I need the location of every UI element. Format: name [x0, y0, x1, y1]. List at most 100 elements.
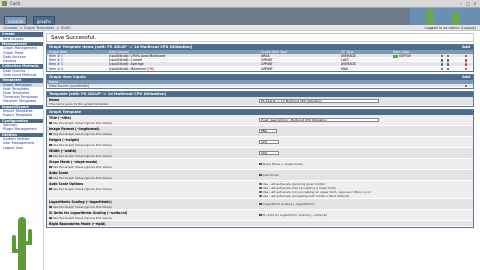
graph-field-row: Logarithmic Scaling (--logarithmic) Use P… [47, 198, 473, 210]
sidebar-item[interactable]: Plugin Management [0, 127, 43, 131]
move-up-icon[interactable] [447, 55, 450, 58]
app-icon [2, 1, 7, 6]
field-input[interactable]: 120 [259, 139, 279, 144]
autoscale-option[interactable]: Use --alt-autoscale (accepting both limi… [259, 194, 349, 198]
title-bar: Cacti – □ × [0, 0, 480, 8]
per-graph-label: Use Per-Graph Value (Ignore this Value) [52, 204, 112, 209]
field-checkbox-label: Slope Mode (--slope-mode) [262, 161, 304, 166]
sidebar-item[interactable]: Discover Templates [0, 99, 43, 103]
input-name-link[interactable]: Data Source [cpuUtilizat] [49, 84, 89, 88]
move-down-icon[interactable] [441, 67, 444, 70]
per-graph-checkbox[interactable] [49, 132, 52, 136]
top-banner: console graphs [0, 8, 480, 25]
delete-icon[interactable] [465, 59, 468, 62]
data-source-text: (cpuUtilizat): Maximum [109, 66, 147, 71]
template-name-input[interactable]: PS 4GLUP -> 1d Multirout CPU Utilization [259, 98, 379, 103]
field-checkbox-option[interactable]: Auto Scale [259, 173, 279, 177]
table-row[interactable]: Item # 4 (cpuUtilizat): Maximum [HR] GPRIN… [47, 66, 473, 71]
field-checkbox-label: SI Units for Logarithmic Scaling (--unit… [262, 212, 328, 217]
sidebar-item[interactable]: New Graphs [0, 37, 43, 41]
move-up-icon[interactable] [447, 59, 450, 62]
per-graph-option: Use Per-Graph Value (Ignore this Value) [49, 143, 112, 147]
per-graph-checkbox[interactable] [49, 143, 52, 147]
graph-field-row: Auto Scale Use Per-Graph Value (Ignore th… [47, 169, 473, 181]
field-label: SI Units for Logarithmic Scaling (--unit… [49, 210, 128, 215]
save-message: Save Successful. [46, 33, 474, 42]
move-down-icon[interactable] [441, 55, 444, 58]
per-graph-label: Use Per-Graph Value (Ignore this Value) [52, 142, 112, 147]
per-graph-label: Use Per-Graph Value (Ignore this Value) [52, 131, 112, 136]
field-description: The name given to this graph template. [49, 101, 109, 106]
field-checkbox-option[interactable]: Logarithmic Scaling (--logarithmic) [259, 202, 315, 206]
field-select[interactable]: PNG [259, 128, 277, 133]
per-graph-checkbox[interactable] [49, 187, 52, 191]
delete-icon[interactable] [465, 63, 468, 66]
move-up-icon[interactable] [447, 63, 450, 66]
graph-field-row: Rigid Boundaries Mode (--rigid) [47, 220, 473, 227]
radio-button[interactable] [259, 190, 262, 194]
tab-graphs[interactable]: graphs [33, 16, 55, 25]
radio-button[interactable] [259, 186, 262, 190]
sidebar-item[interactable]: Data Input Methods [0, 73, 43, 77]
per-graph-option: Use Per-Graph Value (Ignore this Value) [49, 216, 112, 220]
sidebar-item[interactable]: Logout User [0, 146, 43, 150]
per-graph-option: Use Per-Graph Value (Ignore this Value) [49, 187, 112, 191]
graph-field-row: Height (--height) Use Per-Graph Value (Ig… [47, 136, 473, 148]
per-graph-checkbox[interactable] [49, 176, 52, 180]
per-graph-checkbox[interactable] [49, 216, 52, 220]
field-input[interactable]: |host_description| - Multirout CPU Utili… [259, 117, 379, 122]
panel-title: Graph Item Inputs [49, 74, 86, 79]
sidebar-item[interactable]: Graph Management [0, 46, 43, 50]
sidebar-item[interactable]: Export Templates [0, 113, 43, 117]
per-graph-checkbox[interactable] [49, 165, 52, 169]
delete-icon[interactable] [465, 84, 468, 88]
field-checkbox-label: Logarithmic Scaling (--logarithmic) [262, 201, 315, 206]
main-content: Save Successful. Graph Template Items [e… [46, 33, 474, 270]
data-source-cell: (cpuUtilizat): Maximum [HR] [109, 67, 154, 71]
field-checkbox-label: Auto Scale [262, 172, 279, 177]
radio-button[interactable] [259, 182, 262, 186]
per-graph-label: Use Per-Graph Value (Ignore this Value) [52, 186, 112, 191]
graph-item-inputs-panel: Graph Item Inputs Add Name Data Source [… [46, 73, 474, 89]
graph-field-row: Auto Scale Options Use Per-Graph Value (I… [47, 180, 473, 199]
sidebar-item[interactable]: Devices [0, 59, 43, 63]
field-checkbox[interactable] [259, 202, 262, 206]
move-down-icon[interactable] [441, 63, 444, 66]
per-graph-label: Use Per-Graph Value (Ignore this Value) [52, 215, 112, 220]
per-graph-checkbox[interactable] [49, 121, 52, 125]
field-checkbox-option[interactable]: SI Units for Logarithmic Scaling (--unit… [259, 213, 327, 217]
per-graph-checkbox[interactable] [49, 205, 52, 209]
per-graph-checkbox[interactable] [49, 154, 52, 158]
field-checkbox[interactable] [259, 213, 262, 217]
cactus-banner-image [410, 8, 480, 25]
maximize-icon[interactable]: □ [465, 1, 471, 6]
per-graph-option: Use Per-Graph Value (Ignore this Value) [49, 205, 112, 209]
field-checkbox[interactable] [259, 173, 262, 177]
field-label: Title (--title) [49, 115, 72, 120]
move-up-icon[interactable] [447, 67, 450, 70]
minimize-icon[interactable]: – [458, 1, 464, 6]
field-input[interactable]: 500 [259, 150, 279, 155]
close-icon[interactable]: × [472, 1, 478, 6]
panel-title: Graph Template [49, 109, 82, 114]
per-graph-option: Use Per-Graph Value (Ignore this Value) [49, 165, 112, 169]
move-down-icon[interactable] [441, 59, 444, 62]
field-checkbox[interactable] [259, 162, 262, 166]
color-swatch [393, 54, 398, 58]
radio-button[interactable] [259, 194, 262, 198]
per-graph-option: Use Per-Graph Value (Ignore this Value) [49, 121, 112, 125]
login-status[interactable]: Logged in as admin (Logout) [425, 25, 476, 31]
field-checkbox-option[interactable]: Slope Mode (--slope-mode) [259, 162, 303, 166]
delete-icon[interactable] [465, 67, 468, 70]
field-label: Logarithmic Scaling (--logarithmic) [49, 199, 112, 204]
hr-flag: [HR] [147, 66, 155, 71]
per-graph-label: Use Per-Graph Value (Ignore this Value) [52, 120, 112, 125]
name-field-row: Name The name given to this graph templa… [47, 96, 473, 106]
delete-icon[interactable] [465, 55, 468, 58]
tab-console[interactable]: console [4, 16, 28, 25]
graph-template-panel: Graph Template Title (--title) Use Per-Gr… [46, 108, 474, 228]
window-title: Cacti [10, 1, 21, 6]
table-row[interactable]: Data Source [cpuUtilizat] [47, 83, 473, 88]
graph-item-link[interactable]: Item # 4 [49, 67, 63, 71]
field-label: Auto Scale Options [49, 181, 84, 186]
